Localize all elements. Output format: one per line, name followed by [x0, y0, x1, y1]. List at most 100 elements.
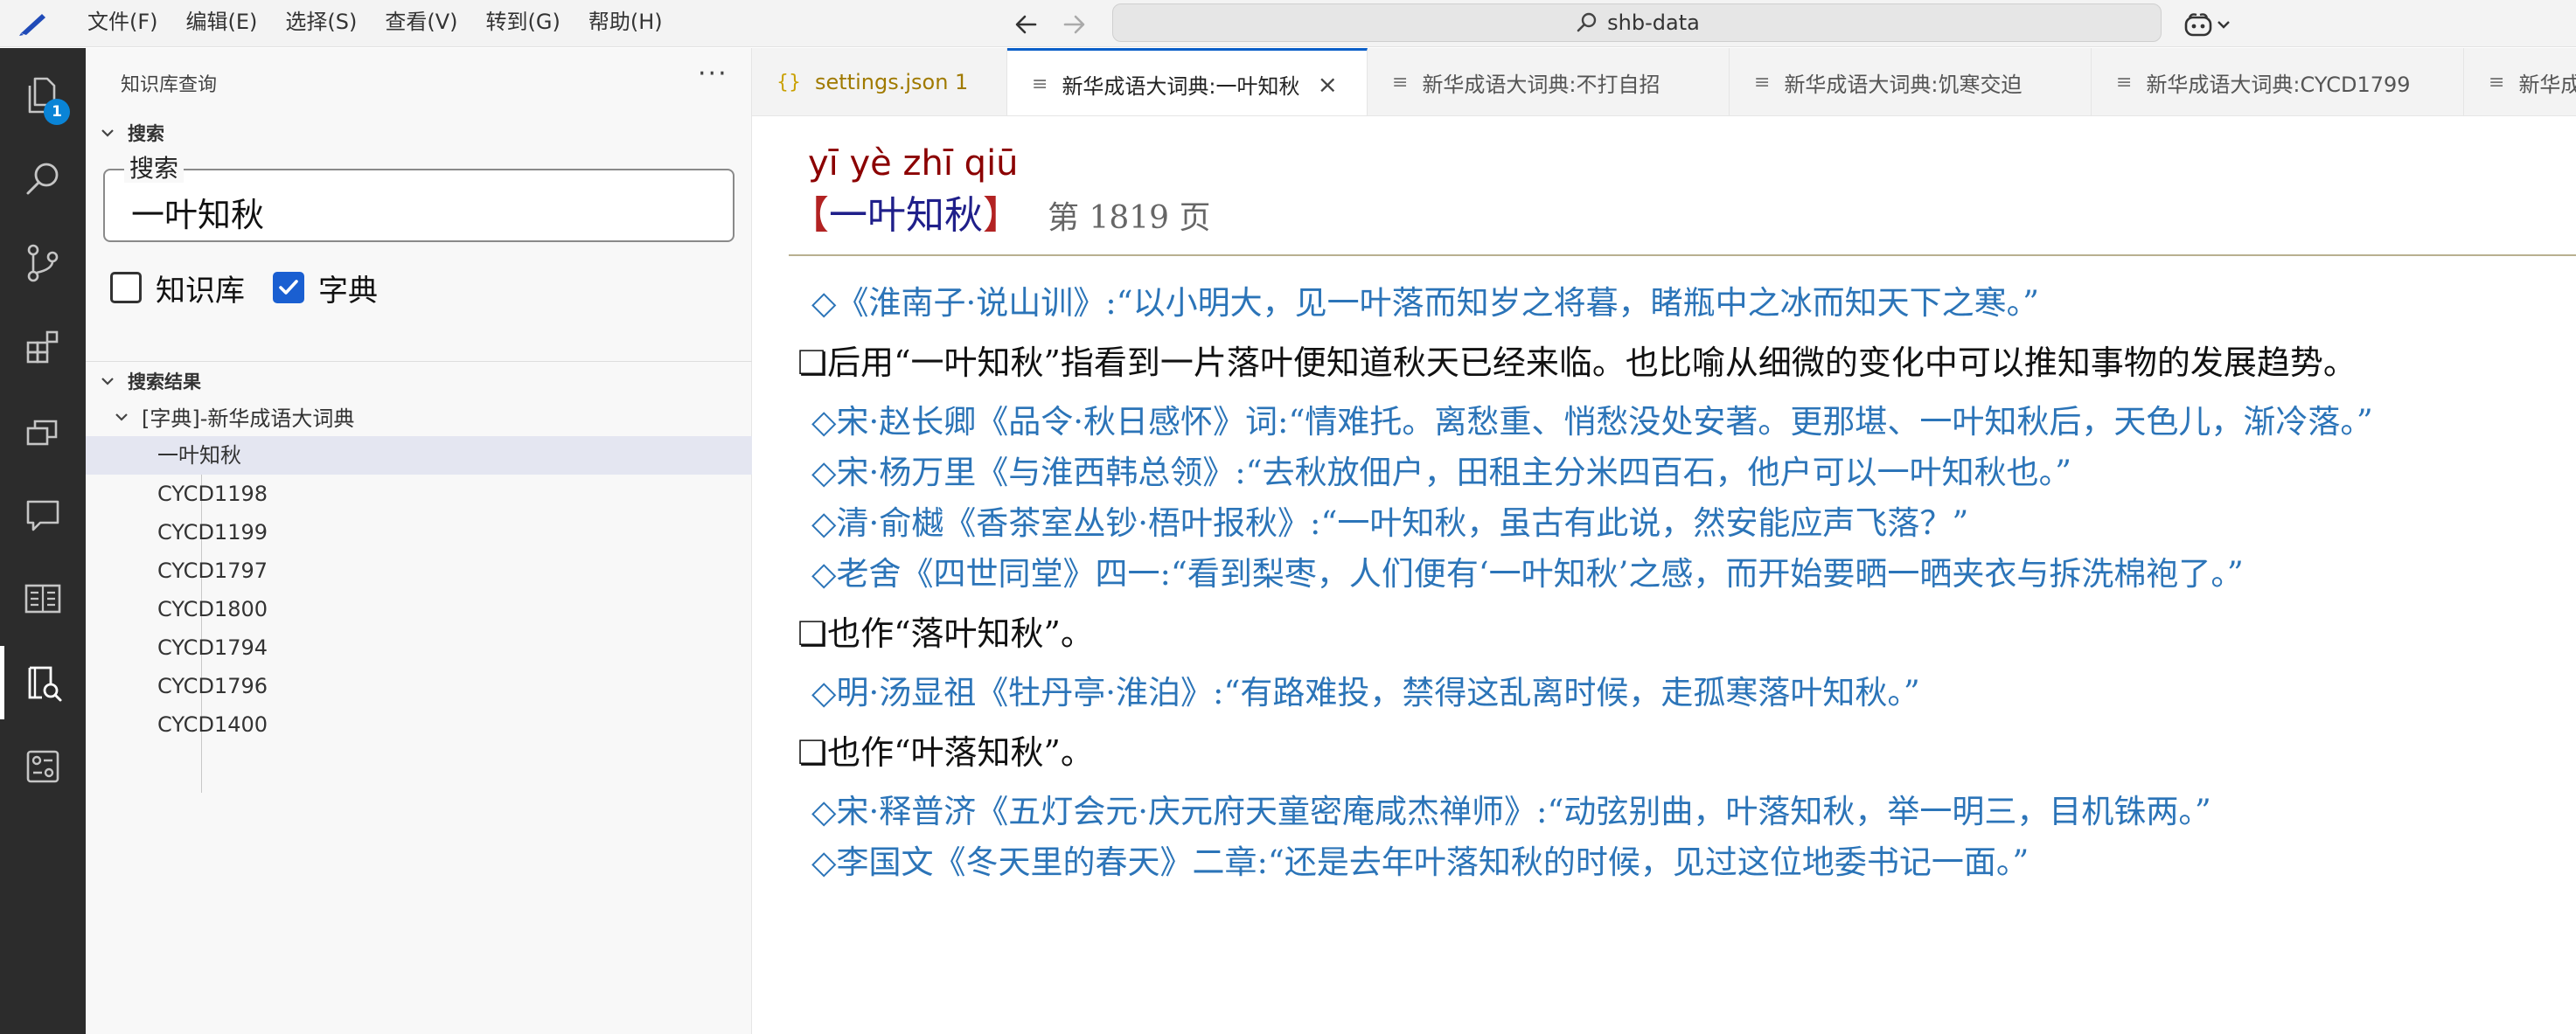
editor-tab-bar: {} settings.json 1 ≡ 新华成语大词典:一叶知秋 × ≡ 新华… — [752, 48, 2576, 116]
tab-label: 新华成语大词典:CYCD1799 — [2146, 72, 2411, 97]
copilot-icon — [2184, 13, 2212, 37]
knowledge-search-button[interactable] — [0, 641, 86, 725]
dashboard-icon — [26, 750, 59, 783]
dictionary-checkbox[interactable] — [273, 272, 304, 303]
document-icon: ≡ — [2116, 71, 2133, 94]
menu-file[interactable]: 文件(F) — [73, 0, 172, 47]
tab-label: 新华成语大词典:不打自招 — [1422, 72, 1660, 97]
entry-quote: ◇宋·杨万里《与淮西韩总领》:“去秋放佃户，田租主分米四百石，他户可以一叶知秋也… — [811, 454, 2072, 491]
book-search-icon — [28, 666, 62, 702]
source-filter-row: 知识库 字典 — [110, 267, 406, 309]
result-item[interactable]: CYCD1199 — [86, 513, 752, 552]
command-center-search[interactable]: shb-data — [1112, 3, 2162, 42]
checkmark-icon — [279, 280, 298, 295]
activity-bar: 1 — [0, 48, 86, 1034]
tree-group-dictionary[interactable]: [字典]-新华成语大词典 — [112, 401, 354, 432]
headword: 一叶知秋 — [829, 193, 983, 238]
source-control-button[interactable] — [0, 221, 86, 305]
menu-edit[interactable]: 编辑(E) — [172, 0, 272, 47]
menu-help[interactable]: 帮助(H) — [574, 0, 677, 47]
result-item[interactable]: CYCD1800 — [86, 590, 752, 628]
json-icon: {} — [776, 71, 801, 94]
search-box-text: shb-data — [1607, 10, 1700, 35]
search-input-legend: 搜索 — [124, 155, 184, 183]
tab-label: 新华成语大词典:一叶知秋 — [1062, 73, 1300, 99]
tree-group-label: [字典]-新华成语大词典 — [142, 406, 355, 431]
entry-quote: ◇李国文《冬天里的春天》二章:“还是去年叶落知秋的时候，见过这位地委书记一面。” — [811, 843, 2029, 881]
chevron-down-icon — [2217, 21, 2230, 29]
tab-label: 新华成语大词典:饥寒交迫 — [1784, 72, 2023, 97]
entry-quote: ◇老舍《四世同堂》四一:“看到梨枣，人们便有‘一叶知秋’之感，而开始要晒一晒夹衣… — [811, 555, 2244, 593]
dashboard-button[interactable] — [0, 725, 86, 808]
knowledge-base-label[interactable]: 知识库 — [156, 267, 245, 309]
result-item[interactable]: CYCD1797 — [86, 552, 752, 590]
title-bar: 文件(F) 编辑(E) 选择(S) 查看(V) 转到(G) 帮助(H) shb-… — [0, 0, 2576, 47]
result-item[interactable]: CYCD1400 — [86, 705, 752, 744]
menu-view[interactable]: 查看(V) — [371, 0, 471, 47]
dictionary-label[interactable]: 字典 — [318, 267, 378, 309]
tab-bu-da-zi-zhao[interactable]: ≡ 新华成语大词典:不打自招 — [1368, 48, 1730, 115]
reader-view-button[interactable] — [0, 557, 86, 641]
result-item[interactable]: 一叶知秋 — [86, 436, 752, 475]
chevron-down-icon — [101, 129, 114, 137]
search-section-header[interactable]: 搜索 — [98, 120, 164, 146]
close-icon[interactable]: × — [1318, 70, 1338, 99]
remote-explorer-button[interactable] — [0, 389, 86, 473]
results-list: 一叶知秋 CYCD1198 CYCD1199 CYCD1797 CYCD1800… — [86, 436, 752, 744]
tab-label: 新华成 — [2518, 72, 2576, 97]
result-item[interactable]: CYCD1794 — [86, 628, 752, 667]
remote-explorer-icon — [26, 420, 58, 446]
menu-selection[interactable]: 选择(S) — [271, 0, 371, 47]
results-section-header[interactable]: 搜索结果 — [98, 368, 201, 394]
search-view-button[interactable] — [0, 137, 86, 221]
document-icon: ≡ — [2489, 71, 2505, 94]
knowledge-base-checkbox[interactable] — [110, 272, 142, 303]
copilot-menu[interactable] — [2183, 7, 2244, 42]
result-item[interactable]: CYCD1198 — [86, 475, 752, 513]
explorer-badge: 1 — [44, 99, 70, 125]
header-rule — [789, 254, 2576, 256]
entry-definition: ❏也作“叶落知秋”。 — [797, 733, 1094, 772]
extensions-button[interactable] — [0, 305, 86, 389]
entry-headline: 【 一叶知秋 】 第 1819 页 — [790, 184, 1211, 239]
menu-bar: 文件(F) 编辑(E) 选择(S) 查看(V) 转到(G) 帮助(H) — [73, 0, 677, 47]
search-input-value[interactable]: 一叶知秋 — [131, 188, 264, 236]
entry-quote: ◇清·俞樾《香茶室丛钞·梧叶报秋》:“一叶知秋，虽古有此说，然安能应声飞落？” — [811, 504, 1969, 542]
chevron-down-icon — [101, 378, 114, 385]
sidebar-title: 知识库查询 — [121, 74, 218, 96]
vscode-logo-icon — [19, 14, 45, 36]
entry-pinyin: yī yè zhī qiū — [808, 143, 1019, 184]
entry-quote: ◇宋·释普济《五灯会元·庆元府天童密庵咸杰禅师》:“动弦别曲，叶落知秋，举一明三… — [811, 793, 2211, 830]
section-divider — [86, 361, 752, 362]
arrow-left-icon[interactable] — [1007, 7, 1046, 42]
document-icon: ≡ — [1032, 73, 1048, 95]
tab-settings-json[interactable]: {} settings.json 1 — [752, 48, 1007, 115]
tab-overflow[interactable]: ≡ 新华成 — [2464, 48, 2576, 115]
document-icon: ≡ — [1754, 71, 1771, 94]
entry-quote: ◇《淮南子·说山训》:“以小明大，见一叶落而知岁之将暮，睹瓶中之冰而知天下之寒。… — [811, 284, 2040, 322]
page-number: 第 1819 页 — [1048, 200, 1211, 236]
tab-ji-han-jiao-po[interactable]: ≡ 新华成语大词典:饥寒交迫 — [1730, 48, 2092, 115]
entry-definition: ❏后用“一叶知秋”指看到一片落叶便知道秋天已经来临。也比喻从细微的变化中可以推知… — [797, 344, 2357, 382]
search-section-label: 搜索 — [128, 123, 164, 144]
entry-quote: ◇明·汤显祖《牡丹亭·淮泊》:“有路难投，禁得这乱离时候，走孤寒落叶知秋。” — [811, 674, 1920, 711]
chat-view-button[interactable] — [0, 473, 86, 557]
tab-cycd1799[interactable]: ≡ 新华成语大词典:CYCD1799 — [2092, 48, 2464, 115]
search-input[interactable]: 搜索 一叶知秋 — [103, 155, 735, 242]
entry-quote: ◇宋·赵长卿《品令·秋日感怀》词:“情难托。离愁重、悄愁没处安著。更那堪、一叶知… — [811, 403, 2373, 441]
search-icon — [26, 163, 59, 195]
search-icon — [1577, 12, 1597, 32]
dictionary-entry-view: yī yè zhī qiū 【 一叶知秋 】 第 1819 页 ◇《淮南子·说山… — [752, 117, 2576, 1034]
chevron-down-icon — [115, 413, 128, 421]
arrow-right-icon[interactable] — [1055, 7, 1093, 42]
more-actions-button[interactable]: ··· — [698, 59, 728, 89]
extensions-icon — [26, 330, 59, 364]
document-icon: ≡ — [1392, 71, 1409, 94]
result-item[interactable]: CYCD1796 — [86, 667, 752, 705]
explorer-button[interactable]: 1 — [0, 53, 86, 137]
source-control-icon — [27, 244, 59, 282]
menu-go[interactable]: 转到(G) — [472, 0, 574, 47]
results-section-label: 搜索结果 — [128, 371, 201, 392]
tab-yi-ye-zhi-qiu[interactable]: ≡ 新华成语大词典:一叶知秋 × — [1007, 48, 1368, 115]
knowledge-search-sidebar: 知识库查询 ··· 搜索 搜索 一叶知秋 知识库 字典 搜索结果 [字典]-新华… — [86, 48, 752, 1034]
